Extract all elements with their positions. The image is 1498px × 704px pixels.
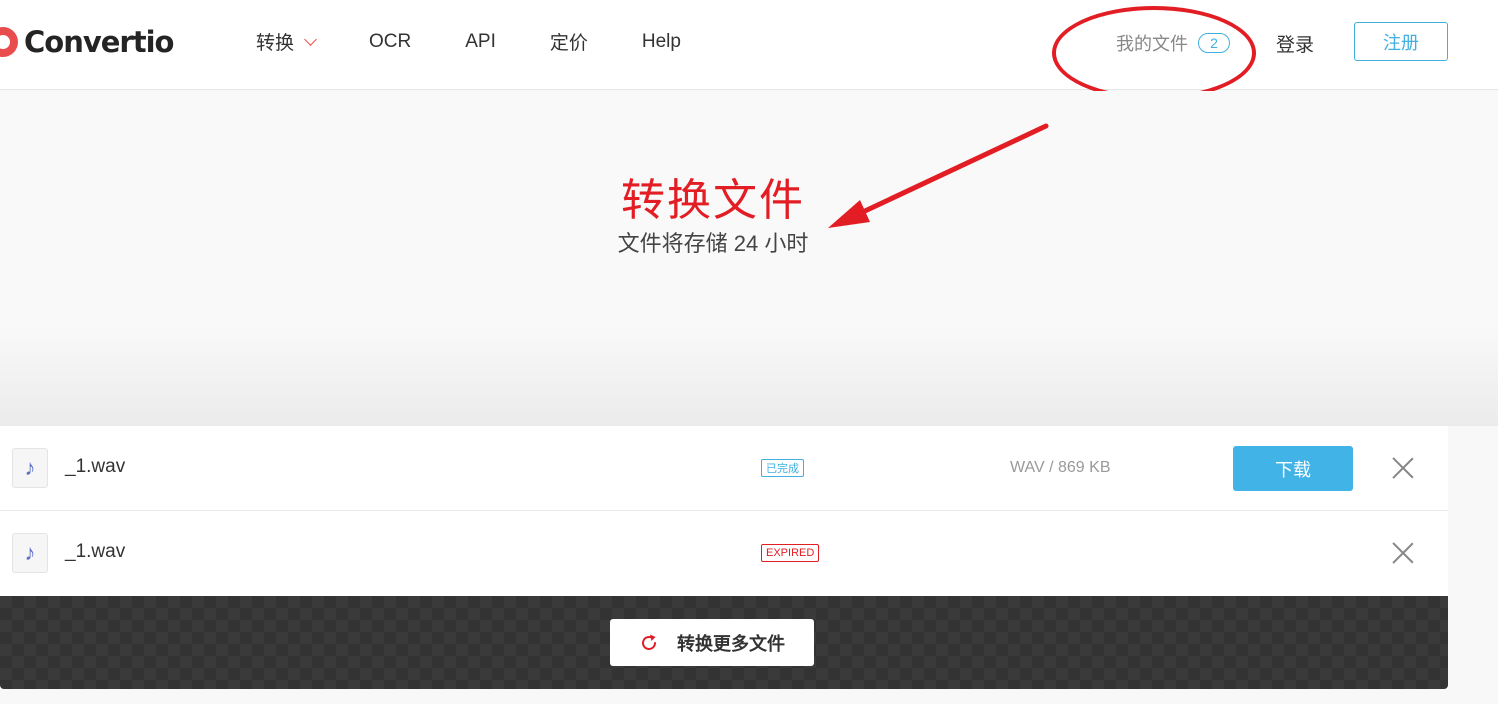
refresh-icon (642, 634, 656, 650)
logo-text: Convertio (24, 25, 174, 59)
file-row: ♪ _1.wav EXPIRED (0, 511, 1448, 596)
nav-item-pricing[interactable]: 定价 (550, 28, 588, 55)
main-nav: 转换 OCR API 定价 Help (256, 28, 735, 55)
nav-item-label: 定价 (549, 33, 588, 54)
bottom-action-bar: 转换更多文件 (0, 596, 1448, 689)
music-note-icon: ♪ (12, 533, 48, 573)
page-title: 转换文件 (621, 176, 805, 225)
nav-item-label: 转换 (256, 33, 295, 54)
signup-button[interactable]: 注册 (1354, 22, 1448, 61)
convertio-logo-icon (0, 27, 18, 57)
file-format-size: WAV / 869 KB (1010, 459, 1111, 476)
chevron-down-icon (304, 32, 317, 46)
login-link[interactable]: 登录 (1276, 30, 1314, 57)
annotation-arrow (828, 123, 1049, 228)
nav-item-help[interactable]: Help (642, 31, 681, 53)
close-icon[interactable] (1392, 542, 1414, 564)
file-row: ♪ _1.wav 已完成 WAV / 869 KB 下载 (0, 426, 1448, 511)
nav-item-label: API (465, 30, 496, 52)
close-icon[interactable] (1392, 457, 1414, 479)
file-name: _1.wav (65, 541, 126, 562)
nav-item-ocr[interactable]: OCR (369, 31, 411, 53)
nav-item-label: OCR (369, 30, 412, 52)
storage-notice: 文件将存储 24 小时 (617, 231, 809, 256)
nav-item-api[interactable]: API (465, 31, 496, 53)
music-note-icon: ♪ (12, 448, 48, 488)
annotation-ellipse (1052, 6, 1256, 100)
status-badge: EXPIRED (761, 544, 820, 562)
download-button[interactable]: 下载 (1233, 446, 1353, 491)
file-list: ♪ _1.wav 已完成 WAV / 869 KB 下载 ♪ _1.wav EX… (0, 426, 1448, 596)
nav-item-label: Help (641, 30, 681, 52)
convert-more-files-button[interactable]: 转换更多文件 (610, 619, 814, 666)
convertio-logo[interactable]: Convertio (0, 20, 174, 64)
top-header: Convertio 转换 OCR API 定价 Help 我的文件 2 登录 注… (0, 0, 1498, 90)
status-badge: 已完成 (761, 459, 804, 477)
hero-section (0, 91, 1498, 426)
file-name: _1.wav (65, 456, 126, 477)
convert-more-files-label: 转换更多文件 (677, 633, 785, 654)
nav-item-convert[interactable]: 转换 (256, 28, 317, 55)
